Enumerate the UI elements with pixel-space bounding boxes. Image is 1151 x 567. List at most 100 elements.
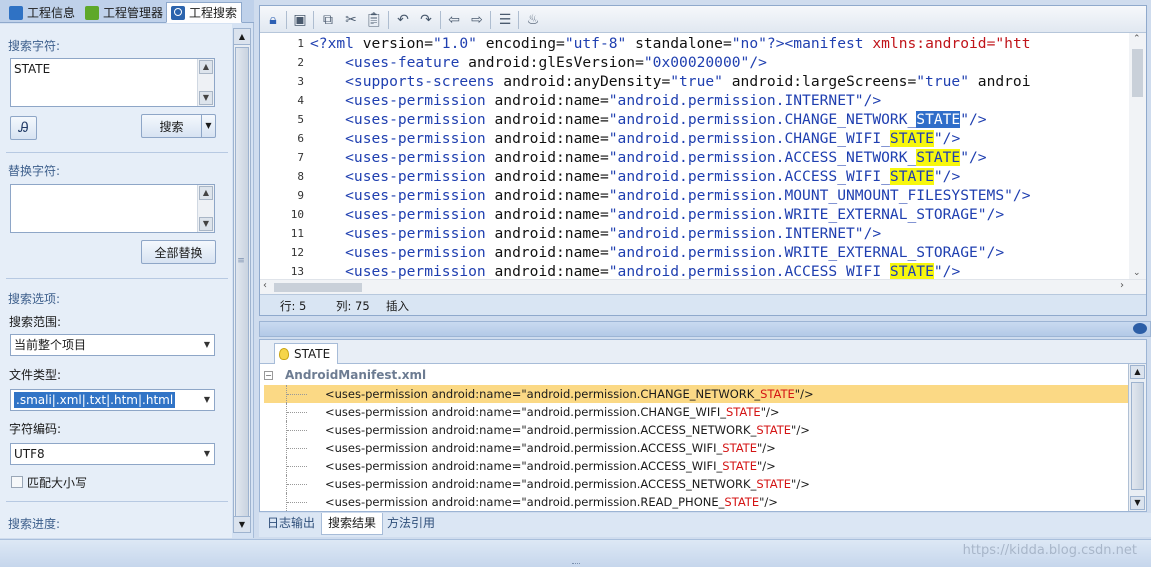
result-prefix: <uses-permission android:name="android.p… — [325, 459, 723, 473]
code-line[interactable]: 8 <uses-permission android:name="android… — [260, 167, 1128, 186]
redo-icon[interactable]: ↷ — [417, 11, 435, 29]
code-token: /> — [986, 206, 1005, 223]
code-line[interactable]: 1 <?xml version="1.0" encoding="utf-8" st… — [260, 34, 1128, 53]
encoding-value: UTF8 — [14, 447, 45, 461]
scroll-up-icon[interactable]: ▲ — [234, 29, 250, 45]
result-text: <uses-permission android:name="android.p… — [325, 475, 810, 493]
java-icon[interactable]: ♨ — [524, 11, 542, 29]
code-line[interactable]: 4 <uses-permission android:name="android… — [260, 91, 1128, 110]
editor-horizontal-scrollbar[interactable]: ‹ › — [260, 279, 1146, 294]
scope-value: 当前整个项目 — [14, 338, 87, 352]
scroll-up-icon[interactable]: ▲ — [199, 186, 213, 200]
filetype-select[interactable]: .smali|.xml|.txt|.htm|.html ▼ — [10, 389, 215, 411]
collapse-icon[interactable]: − — [264, 370, 273, 380]
result-row[interactable]: <uses-permission android:name="android.p… — [264, 439, 1128, 457]
code-line[interactable]: 6 <uses-permission android:name="android… — [260, 129, 1128, 148]
code-token: androi — [977, 73, 1031, 90]
result-row[interactable]: <uses-permission android:name="android.p… — [264, 403, 1128, 421]
search-button[interactable]: 搜索 ▼ — [141, 114, 216, 138]
replace-input[interactable]: ▲ ▼ — [10, 184, 215, 233]
result-text: <uses-permission android:name="android.p… — [325, 439, 776, 457]
search-input-scrollbar[interactable]: ▲ ▼ — [197, 59, 214, 106]
code-line[interactable]: 13 <uses-permission android:name="androi… — [260, 262, 1128, 279]
replace-all-button[interactable]: 全部替换 — [141, 240, 216, 264]
scroll-down-icon[interactable]: ▼ — [234, 516, 250, 532]
result-suffix: "/> — [756, 441, 776, 455]
file-node[interactable]: − AndroidManifest.xml — [264, 366, 426, 384]
scroll-down-icon[interactable]: ▼ — [199, 91, 213, 105]
scrollbar-thumb[interactable] — [1132, 49, 1143, 97]
tab-method-references[interactable]: 方法引用 — [381, 513, 441, 535]
scrollbar-thumb[interactable] — [274, 283, 362, 292]
replace-group-title: 替换字符: — [8, 164, 61, 178]
code-line[interactable]: 2 <uses-feature android:glEsVersion="0x0… — [260, 53, 1128, 72]
scroll-up-icon[interactable]: ⌃ — [1133, 34, 1141, 44]
scroll-right-icon[interactable]: › — [1120, 280, 1124, 291]
cursor-column: 列: 75 — [336, 299, 370, 313]
match-case-checkbox[interactable] — [11, 476, 23, 488]
dropdown-arrow-icon[interactable]: ▼ — [201, 115, 215, 137]
code-text-area[interactable]: 1 <?xml version="1.0" encoding="utf-8" st… — [260, 33, 1128, 279]
tab-project-search[interactable]: 工程搜索 — [166, 2, 243, 23]
scroll-down-icon[interactable]: ▼ — [1130, 496, 1145, 510]
tab-log-output[interactable]: 日志输出 — [261, 513, 321, 535]
toolbar-divider — [440, 11, 441, 29]
bottom-tab-bar: 日志输出 搜索结果 方法引用 — [259, 513, 1151, 537]
result-suffix: "/> — [794, 387, 814, 401]
result-row[interactable]: <uses-permission android:name="android.p… — [264, 421, 1128, 439]
result-row[interactable]: <uses-permission android:name="android.p… — [264, 385, 1128, 403]
result-suffix: "/> — [791, 423, 810, 437]
cut-icon[interactable]: ✂ — [342, 11, 360, 29]
font-button[interactable]: Ꭿ — [10, 116, 37, 140]
encoding-select[interactable]: UTF8 ▼ — [10, 443, 215, 465]
eye-icon[interactable] — [1133, 323, 1147, 334]
scope-select[interactable]: 当前整个项目 ▼ — [10, 334, 215, 356]
code-line[interactable]: 5 <uses-permission android:name="android… — [260, 110, 1128, 129]
search-input[interactable]: STATE ▲ ▼ — [10, 58, 215, 107]
splitter-grip[interactable] — [572, 563, 580, 566]
results-scrollbar[interactable]: ▲ ▼ — [1128, 364, 1146, 511]
tab-search-results[interactable]: 搜索结果 — [321, 513, 384, 535]
scroll-down-icon[interactable]: ⌄ — [1133, 268, 1141, 278]
code-line[interactable]: 9 <uses-permission android:name="android… — [260, 186, 1128, 205]
scrollbar-thumb[interactable] — [235, 47, 249, 517]
code-line[interactable]: 10 <uses-permission android:name="androi… — [260, 205, 1128, 224]
scroll-up-icon[interactable]: ▲ — [199, 60, 213, 74]
save-icon[interactable]: ▣ — [291, 11, 309, 29]
result-row[interactable]: <uses-permission android:name="android.p… — [264, 475, 1128, 493]
forward-icon[interactable]: ⇨ — [468, 11, 486, 29]
result-suffix: "/> — [760, 405, 780, 419]
result-row[interactable]: <uses-permission android:name="android.p… — [264, 493, 1128, 511]
tab-project-manager[interactable]: 工程管理器 — [80, 2, 168, 23]
back-icon[interactable]: ⇦ — [445, 11, 463, 29]
code-line[interactable]: 3 <supports-screens android:anyDensity="… — [260, 72, 1128, 91]
code-text: <supports-screens android:anyDensity="tr… — [310, 72, 1031, 91]
code-line[interactable]: 7 <uses-permission android:name="android… — [260, 148, 1128, 167]
code-line[interactable]: 11 <uses-permission android:name="androi… — [260, 224, 1128, 243]
paste-icon[interactable]: 📋︎ — [365, 11, 383, 29]
code-line[interactable]: 12 <uses-permission android:name="androi… — [260, 243, 1128, 262]
result-suffix: "/> — [791, 477, 810, 491]
scroll-left-icon[interactable]: ‹ — [263, 280, 267, 291]
code-token: android:glEsVersion= — [468, 54, 644, 71]
tab-project-info[interactable]: 工程信息 — [4, 2, 80, 23]
toolbar-divider — [388, 11, 389, 29]
replace-input-scrollbar[interactable]: ▲ ▼ — [197, 185, 214, 232]
code-text: <uses-permission android:name="android.p… — [310, 91, 881, 110]
scroll-up-icon[interactable]: ▲ — [1130, 365, 1145, 379]
code-token: android:name= — [494, 225, 609, 242]
tab-search-term[interactable]: STATE — [274, 343, 338, 364]
lock-icon[interactable]: 🔒︎ — [264, 11, 282, 29]
left-panel-scrollbar[interactable]: ▲ ≡ ▼ — [233, 28, 251, 533]
code-token: "true" — [916, 73, 978, 90]
format-icon[interactable]: ☰ — [496, 11, 514, 29]
scroll-down-icon[interactable]: ▼ — [199, 217, 213, 231]
code-token: /> — [942, 263, 961, 279]
code-token: /> — [969, 111, 987, 128]
scrollbar-thumb[interactable] — [1131, 382, 1144, 490]
copy-icon[interactable]: ⧉ — [319, 11, 337, 29]
undo-icon[interactable]: ↶ — [394, 11, 412, 29]
code-text: <uses-feature android:glEsVersion="0x000… — [310, 53, 767, 72]
editor-vertical-scrollbar[interactable]: ⌃ ⌄ — [1129, 33, 1146, 279]
result-row[interactable]: <uses-permission android:name="android.p… — [264, 457, 1128, 475]
